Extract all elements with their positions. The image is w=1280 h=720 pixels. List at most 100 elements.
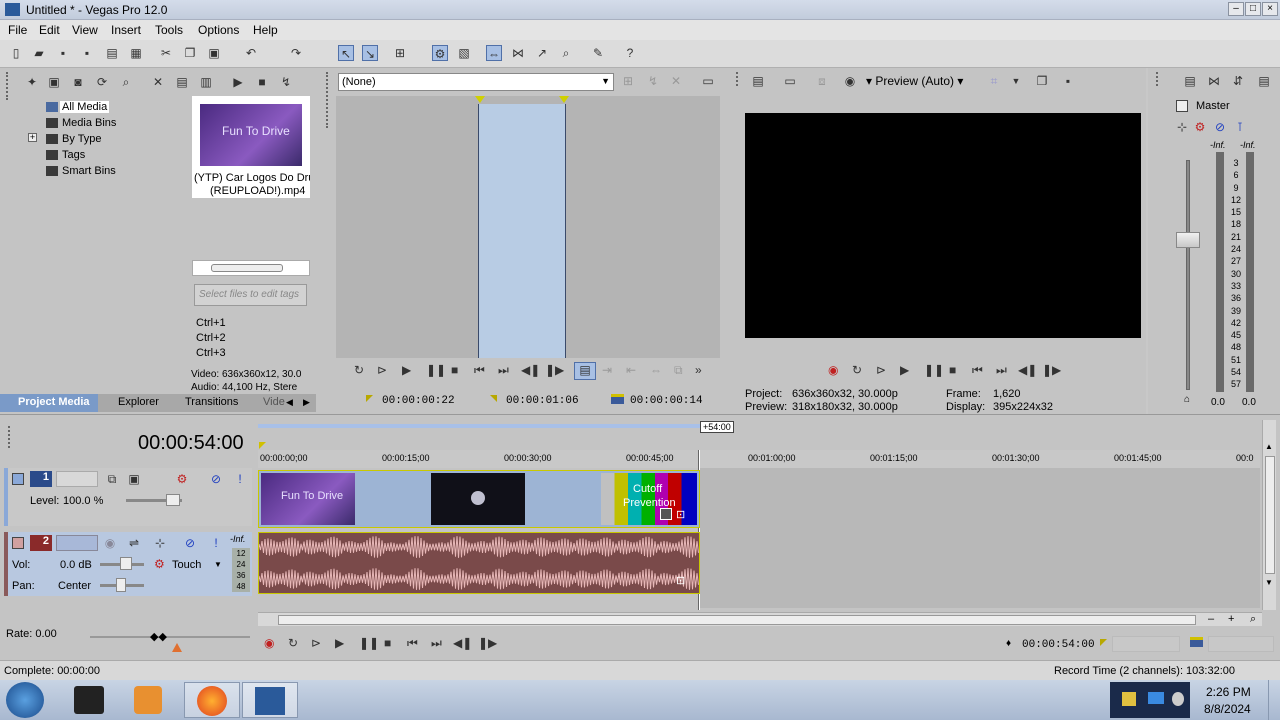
clock-time[interactable]: 2:26 PM — [1206, 685, 1251, 699]
play-icon[interactable]: ▶ — [230, 74, 246, 90]
save-icon[interactable]: ▪ — [55, 45, 71, 61]
stop-icon[interactable]: ■ — [384, 636, 391, 650]
vertical-scrollbar[interactable]: ▲ ▼ — [1262, 420, 1276, 610]
record-icon[interactable]: ◉ — [264, 636, 274, 650]
trimmer-clear-icon[interactable]: ✕ — [668, 73, 684, 89]
preview-quality-icon[interactable]: ◉ — [842, 73, 858, 89]
go-to-end-icon[interactable]: ⏭ — [996, 363, 1007, 378]
lock-icon[interactable]: ⌂ — [1184, 394, 1190, 405]
preview-properties-icon[interactable]: ▤ — [750, 73, 766, 89]
quantize-icon[interactable]: ↗ — [534, 45, 550, 61]
tree-item-tags[interactable]: Tags — [62, 149, 85, 161]
play-icon[interactable]: ▶ — [402, 363, 411, 377]
zoom-out-icon[interactable]: – — [1208, 613, 1214, 625]
trimmer-dropdown[interactable]: (None) ▼ — [338, 73, 614, 91]
invert-phase-icon[interactable]: ⇌ — [126, 535, 142, 551]
open-icon[interactable]: ▰ — [31, 45, 47, 61]
overlays-dropdown-icon[interactable]: ▼ — [1008, 73, 1024, 89]
menu-help[interactable]: Help — [253, 23, 278, 37]
loop-start-marker-icon[interactable] — [259, 442, 266, 449]
render-icon[interactable]: ▤ — [104, 45, 120, 61]
audio-track[interactable] — [258, 532, 700, 594]
split-screen-icon[interactable]: ⧈ — [814, 73, 830, 89]
panel-grip[interactable] — [1156, 72, 1162, 86]
track-1-header[interactable]: 1 ⧉ ▣ ⚙ ⊘ ! Level: 100.0 % — [4, 468, 252, 526]
automation-settings-icon[interactable]: ⊹ — [152, 535, 168, 551]
overlays-icon[interactable]: ⌗ — [986, 73, 1002, 89]
mixer-properties-icon[interactable]: ▤ — [1182, 73, 1198, 89]
stop-icon[interactable]: ■ — [254, 74, 270, 90]
tab-transitions[interactable]: Transitions — [185, 396, 238, 408]
taskbar-firefox-icon[interactable] — [184, 682, 240, 718]
mixer-menu-icon[interactable]: ▤ — [1256, 73, 1272, 89]
go-to-start-icon[interactable]: ⏮ — [407, 636, 418, 651]
downmix-icon[interactable]: ⋈ — [1206, 73, 1222, 89]
media-scrollbar[interactable] — [192, 260, 310, 276]
next-frame-icon[interactable]: ❚▶ — [478, 636, 497, 650]
selection-length-field[interactable] — [1208, 636, 1274, 652]
menu-tools[interactable]: Tools — [155, 23, 183, 37]
selection-start-marker-icon[interactable] — [475, 96, 485, 103]
save-as-icon[interactable]: ▪ — [79, 45, 95, 61]
capture-video-icon[interactable]: ▣ — [46, 74, 62, 90]
menu-view[interactable]: View — [72, 23, 98, 37]
panel-grip[interactable] — [8, 426, 14, 448]
media-properties-icon[interactable]: ▤ — [174, 74, 190, 90]
track-name-field[interactable] — [56, 471, 98, 487]
pause-icon[interactable]: ❚❚ — [426, 363, 446, 377]
mute-icon[interactable]: ⊘ — [182, 535, 198, 551]
taskbar-app-icon[interactable] — [74, 686, 104, 714]
trimmer-tool-icon[interactable]: ⇥ — [602, 363, 612, 377]
level-slider-handle[interactable] — [166, 494, 180, 506]
tab-scroll-right-icon[interactable]: ▶ — [303, 397, 310, 408]
vol-slider-handle[interactable] — [120, 557, 132, 570]
play-icon[interactable]: ▶ — [900, 363, 909, 377]
show-desktop-button[interactable] — [1268, 680, 1280, 720]
timeline-empty-region[interactable] — [700, 468, 1260, 608]
next-frame-icon[interactable]: ❚▶ — [1042, 363, 1061, 377]
video-preview-screen[interactable] — [745, 113, 1141, 338]
auto-crossfade-icon[interactable]: ⋈ — [510, 45, 526, 61]
cut-icon[interactable]: ✂ — [158, 45, 174, 61]
pause-icon[interactable]: ❚❚ — [924, 363, 944, 377]
undo-icon[interactable]: ↶ — [243, 45, 259, 61]
scroll-thumb[interactable] — [278, 615, 1196, 625]
previous-frame-icon[interactable]: ◀❚ — [521, 363, 540, 377]
normal-edit-tool-icon[interactable]: ↖ — [338, 45, 354, 61]
copy-snapshot-icon[interactable]: ❐ — [1034, 73, 1050, 89]
tray-icon[interactable] — [1148, 692, 1164, 704]
refresh-icon[interactable]: ⟳ — [94, 74, 110, 90]
trimmer-tool-icon[interactable]: ⇔ — [650, 363, 662, 377]
redo-icon[interactable]: ↷ — [288, 45, 304, 61]
taskbar-vegas-icon[interactable] — [242, 682, 298, 718]
add-to-timeline-icon[interactable]: ▤ — [574, 362, 596, 380]
stop-icon[interactable]: ■ — [451, 363, 458, 377]
snapping-icon[interactable]: ⇔ — [486, 45, 502, 61]
scroll-thumb[interactable] — [211, 264, 283, 272]
loop-icon[interactable]: ↻ — [288, 636, 298, 650]
go-to-end-icon[interactable]: ⏭ — [498, 363, 509, 378]
cursor-position[interactable]: 00:00:54:00 — [138, 432, 244, 455]
scroll-down-icon[interactable]: ▼ — [1265, 578, 1273, 587]
event-fx-icon[interactable]: ⊡ — [676, 574, 685, 587]
play-from-start-icon[interactable]: ⊳ — [377, 363, 387, 377]
external-monitor-icon[interactable]: ▭ — [782, 73, 798, 89]
video-clip-thumbnail[interactable]: Fun To Drive — [261, 473, 355, 525]
whats-this-help-icon[interactable]: ? — [622, 45, 638, 61]
mute-icon[interactable]: ⊘ — [208, 471, 224, 487]
trimmer-tool-icon[interactable]: ⧉ — [674, 363, 683, 378]
tray-icon[interactable] — [1122, 692, 1136, 706]
tree-item-by-type[interactable]: By Type — [62, 133, 102, 145]
record-icon[interactable]: ◉ — [828, 363, 838, 377]
copy-icon[interactable]: ❐ — [182, 45, 198, 61]
tree-item-media-bins[interactable]: Media Bins — [62, 117, 116, 129]
arm-record-icon[interactable]: ◉ — [102, 535, 118, 551]
start-button[interactable] — [6, 682, 44, 718]
paste-icon[interactable]: ▣ — [206, 45, 222, 61]
next-frame-icon[interactable]: ❚▶ — [545, 363, 564, 377]
trimmer-marker-icon[interactable]: ↯ — [645, 73, 661, 89]
media-thumbnail[interactable]: Fun To Drive (YTP) Car Logos Do Drug (RE… — [192, 96, 310, 198]
solo-icon[interactable]: ! — [232, 471, 248, 487]
play-icon[interactable]: ▶ — [335, 636, 344, 650]
loop-icon[interactable]: ↻ — [852, 363, 862, 377]
